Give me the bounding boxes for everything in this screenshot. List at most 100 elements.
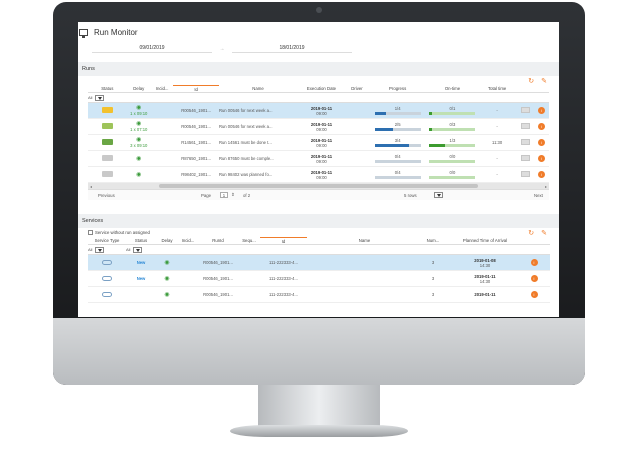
runs-column-header[interactable]: Driver <box>345 85 369 93</box>
runs-filter-cell <box>173 92 219 103</box>
execution-time: 09:00 <box>316 142 327 148</box>
monitor-stand <box>258 385 380 428</box>
on-time-cell: 0/0 <box>427 166 478 183</box>
action-cell: i <box>534 150 549 167</box>
delay-cell: ◉ 1 x 07:10 <box>126 118 151 135</box>
driver-cell <box>345 166 369 183</box>
run-name-cell: Run 14561 must be done t... <box>218 134 298 151</box>
service-name-cell <box>307 286 422 303</box>
service-type-filter-select[interactable]: All <box>88 246 105 253</box>
date-from-input[interactable]: 09/01/2019 <box>92 45 212 53</box>
num-cell: 3 <box>422 286 444 303</box>
services-column-header[interactable]: Planned Time of Arrival <box>444 237 526 245</box>
refresh-icon[interactable]: ↻ <box>528 77 534 85</box>
driver-cell <box>345 150 369 167</box>
date-to-input[interactable]: 18/01/2019 <box>232 45 352 53</box>
progress-bar <box>374 160 421 163</box>
runs-column-header[interactable]: Progress <box>368 85 428 93</box>
spacer-cell <box>542 270 550 287</box>
message-icon[interactable] <box>521 139 531 145</box>
message-cell <box>516 150 535 167</box>
info-button-icon[interactable]: i <box>530 259 538 266</box>
spacer-cell <box>542 254 550 271</box>
action-cell: i <box>526 286 542 303</box>
service-type-filter[interactable]: All <box>88 244 126 255</box>
service-status-cell: New <box>126 270 156 287</box>
status-filter-select[interactable]: All <box>126 246 143 253</box>
services-column-header[interactable]: Sequ... <box>238 237 260 245</box>
chevron-down-icon[interactable] <box>95 246 105 253</box>
services-column-header[interactable]: Status <box>126 237 156 245</box>
runs-table: Status Delay Incid... Id Name Execution Date D… <box>88 85 549 183</box>
info-button-icon[interactable]: i <box>538 155 546 162</box>
status-cell <box>88 150 127 167</box>
runs-filter-cell <box>516 92 535 103</box>
services-column-header[interactable]: Name <box>307 237 422 245</box>
runs-column-header[interactable]: On-time <box>427 85 478 93</box>
sequence-cell <box>238 270 260 287</box>
table-row[interactable]: ◉ 3 x 09:10 R14561_1901... Run 14561 must b… <box>88 134 549 151</box>
message-icon[interactable] <box>521 107 531 113</box>
runs-column-header[interactable]: Name <box>218 85 298 93</box>
runs-status-filter[interactable]: All <box>88 92 127 103</box>
info-button-icon[interactable]: i <box>530 291 538 298</box>
page-spinner-icon[interactable]: ⇕ <box>231 192 235 198</box>
status-cell <box>88 134 127 151</box>
edit-icon[interactable]: ✎ <box>541 77 547 85</box>
runs-column-header[interactable]: Incid... <box>150 85 174 93</box>
rows-select[interactable]: 5 rows <box>404 193 417 198</box>
status-cell <box>88 118 127 135</box>
runs-column-header[interactable]: Id <box>173 85 219 93</box>
info-button-icon[interactable]: i <box>538 139 546 146</box>
next-button[interactable]: Next <box>534 193 543 198</box>
table-row[interactable]: New ◉ R00546_1901... 111-222333-4... 3 2019-0… <box>88 270 550 287</box>
info-button-icon[interactable]: i <box>538 123 546 130</box>
message-icon[interactable] <box>521 171 531 177</box>
camera-dot <box>316 7 322 13</box>
services-column-header[interactable]: Service Type <box>88 237 126 245</box>
chevron-down-icon[interactable] <box>95 94 105 101</box>
runs-column-header[interactable]: Status <box>88 85 127 93</box>
refresh-icon[interactable]: ↻ <box>528 229 534 237</box>
table-row[interactable]: ◉ 1 x 09:10 R00546_1901... Run 00546 for ne… <box>88 102 549 119</box>
edit-icon[interactable]: ✎ <box>541 229 547 237</box>
info-button-icon[interactable]: i <box>538 171 546 178</box>
table-row[interactable]: ◉ 1 x 07:10 R00546_1901... Run 00546 for ne… <box>88 118 549 135</box>
message-icon[interactable] <box>521 123 531 129</box>
page-of: of 2 <box>243 192 251 198</box>
services-column-header[interactable]: Incid... <box>178 237 198 245</box>
chevron-down-icon[interactable] <box>133 246 143 253</box>
total-time-cell: 11:30 <box>477 134 517 151</box>
planned-arrival-cell: 2019-01-08 14:30 <box>444 254 526 271</box>
table-row[interactable]: ◉ R00546_1901... 111-222333-4... 3 2019-01-1… <box>88 286 550 303</box>
services-column-header[interactable]: Num... <box>422 237 444 245</box>
status-filter-select[interactable]: All <box>88 94 105 101</box>
info-button-icon[interactable]: i <box>538 107 546 114</box>
service-status-filter[interactable]: All <box>126 244 156 255</box>
action-cell: i <box>534 166 549 183</box>
page-input[interactable]: 1 <box>220 192 228 198</box>
title-bar: Run Monitor <box>78 22 559 42</box>
incident-cell <box>150 118 174 135</box>
runs-column-header[interactable]: Delay <box>126 85 151 93</box>
services-column-header[interactable]: Id <box>260 237 307 245</box>
total-time-cell: - <box>477 102 517 119</box>
table-row[interactable]: ◉ R87650_1901... Run 87650 must be comple.… <box>88 150 549 167</box>
services-column-header-blank <box>542 237 550 245</box>
page-label: Page <box>201 192 212 198</box>
table-row[interactable]: New ◉ R00546_1901... 111-222333-4... 3 2019-0… <box>88 254 550 271</box>
info-button-icon[interactable]: i <box>530 275 538 282</box>
runs-column-header[interactable]: Total time <box>477 85 517 93</box>
services-column-header[interactable]: Delay <box>156 237 178 245</box>
runs-column-header[interactable]: Execution Date <box>297 85 346 93</box>
incident-cell <box>150 102 174 119</box>
rows-select-dropdown[interactable] <box>434 192 443 198</box>
services-column-header[interactable]: RunId <box>198 237 238 245</box>
on-time-cell: 1/3 <box>427 134 478 151</box>
delay-cell: ◉ 3 x 09:10 <box>126 134 151 151</box>
message-icon[interactable] <box>521 155 531 161</box>
on-time-text: 0/0 <box>449 170 456 176</box>
table-row[interactable]: ◉ R98402_1901... Run 98402 was planned fo.… <box>88 166 549 183</box>
previous-button[interactable]: Previous <box>98 193 115 198</box>
service-without-run-checkbox[interactable]: Service without run assigned <box>88 230 150 236</box>
